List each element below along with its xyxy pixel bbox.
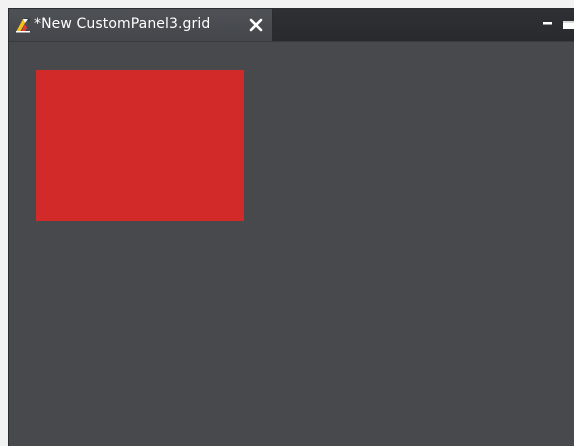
red-rectangle-element[interactable] <box>36 70 244 221</box>
editor-window: *New CustomPanel3.grid <box>8 8 574 446</box>
tab-title: *New CustomPanel3.grid <box>34 16 211 32</box>
tab-custom-panel[interactable]: *New CustomPanel3.grid <box>9 9 273 41</box>
tab-bar: *New CustomPanel3.grid <box>9 9 574 42</box>
app-logo-icon <box>15 17 31 33</box>
canvas-area[interactable] <box>9 42 574 446</box>
close-icon[interactable] <box>249 17 263 32</box>
minimize-icon[interactable] <box>542 15 554 25</box>
window-controls <box>534 13 574 33</box>
maximize-icon[interactable] <box>562 15 574 29</box>
